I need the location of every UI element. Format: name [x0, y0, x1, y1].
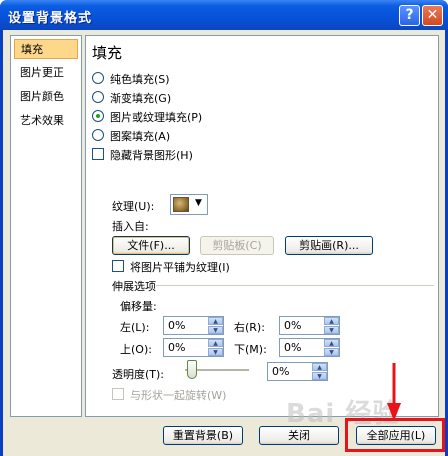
title-bar[interactable]: 设置背景格式 ? ✕ [0, 0, 448, 30]
reset-background-button[interactable]: 重置背景(B) [163, 426, 243, 445]
annotation-arrow-icon [387, 363, 401, 421]
left-offset-label: 左(L): [120, 321, 150, 334]
pattern-fill-radio[interactable] [92, 129, 104, 141]
close-icon[interactable]: ✕ [422, 5, 443, 26]
gradient-fill-radio[interactable] [92, 91, 104, 103]
tile-picture-label[interactable]: 将图片平铺为纹理(I) [130, 259, 230, 275]
texture-swatch [173, 197, 189, 212]
dialog-body: 填充 图片更正 图片颜色 艺术效果 填充 纯色填充(S) 渐变填充(G) 图片或… [3, 30, 445, 456]
clipart-button[interactable]: 剪贴画(R)... [285, 236, 373, 255]
nav-item-artistic-effects[interactable]: 艺术效果 [14, 111, 78, 131]
bottom-offset-label: 下(M): [234, 343, 267, 356]
transparency-value: 0% [272, 365, 290, 378]
transparency-slider-thumb[interactable] [187, 360, 197, 379]
fill-panel: 填充 纯色填充(S) 渐变填充(G) 图片或纹理填充(P) 图案填充(A) 隐藏… [85, 35, 439, 417]
nav-item-picture-color[interactable]: 图片颜色 [14, 87, 78, 107]
panel-heading: 填充 [92, 44, 123, 62]
spin-up-icon[interactable]: ▲ [324, 339, 339, 347]
category-list: 填充 图片更正 图片颜色 艺术效果 [10, 35, 82, 417]
gradient-fill-label[interactable]: 渐变填充(G) [110, 90, 171, 106]
chevron-down-icon: ▼ [195, 198, 202, 208]
picture-texture-fill-label[interactable]: 图片或纹理填充(P) [110, 109, 202, 125]
transparency-label: 透明度(T): [112, 368, 165, 381]
rotate-with-shape-label[interactable]: 与形状一起旋转(W) [130, 387, 226, 403]
annotation-highlight-box [345, 418, 445, 452]
hide-background-checkbox[interactable] [92, 148, 104, 160]
spin-up-icon[interactable]: ▲ [208, 317, 223, 325]
nav-item-picture-corrections[interactable]: 图片更正 [14, 63, 78, 83]
pattern-fill-label[interactable]: 图案填充(A) [110, 128, 170, 144]
texture-label: 纹理(U): [112, 200, 155, 213]
spin-up-icon[interactable]: ▲ [208, 339, 223, 347]
transparency-spinner[interactable]: 0% ▲ ▼ [267, 362, 328, 381]
right-offset-value: 0% [284, 319, 302, 332]
stretch-options-label: 伸展选项 [112, 280, 156, 293]
spin-down-icon[interactable]: ▼ [324, 348, 339, 356]
right-offset-spinner[interactable]: 0% ▲ ▼ [279, 316, 340, 335]
dialog-title: 设置背景格式 [8, 11, 93, 26]
left-offset-value: 0% [168, 319, 186, 332]
spin-down-icon[interactable]: ▼ [312, 372, 327, 380]
bottom-offset-value: 0% [284, 341, 302, 354]
spin-down-icon[interactable]: ▼ [208, 348, 223, 356]
help-icon[interactable]: ? [399, 5, 420, 26]
hide-background-label[interactable]: 隐藏背景图形(H) [110, 147, 193, 163]
top-offset-spinner[interactable]: 0% ▲ ▼ [163, 338, 224, 357]
top-offset-label: 上(O): [120, 343, 152, 356]
clipboard-button[interactable]: 剪贴板(C) [200, 236, 274, 255]
file-button[interactable]: 文件(F)... [112, 236, 190, 255]
left-offset-spinner[interactable]: 0% ▲ ▼ [163, 316, 224, 335]
nav-item-fill[interactable]: 填充 [14, 39, 78, 59]
spin-down-icon[interactable]: ▼ [208, 326, 223, 334]
spin-up-icon[interactable]: ▲ [312, 363, 327, 371]
solid-fill-radio[interactable] [92, 72, 104, 84]
offset-label: 偏移量: [120, 300, 157, 313]
dialog-window: 设置背景格式 ? ✕ 填充 图片更正 图片颜色 艺术效果 填充 纯色填充(S) … [0, 0, 448, 456]
spin-up-icon[interactable]: ▲ [324, 317, 339, 325]
stretch-divider [156, 285, 434, 286]
picture-texture-fill-radio[interactable] [92, 110, 104, 122]
texture-dropdown[interactable]: ▼ [170, 194, 208, 215]
rotate-with-shape-checkbox[interactable] [112, 388, 124, 400]
solid-fill-label[interactable]: 纯色填充(S) [110, 71, 170, 87]
bottom-offset-spinner[interactable]: 0% ▲ ▼ [279, 338, 340, 357]
spin-down-icon[interactable]: ▼ [324, 326, 339, 334]
tile-picture-checkbox[interactable] [112, 260, 124, 272]
top-offset-value: 0% [168, 341, 186, 354]
insert-from-label: 插入自: [112, 220, 149, 233]
right-offset-label: 右(R): [234, 321, 265, 334]
